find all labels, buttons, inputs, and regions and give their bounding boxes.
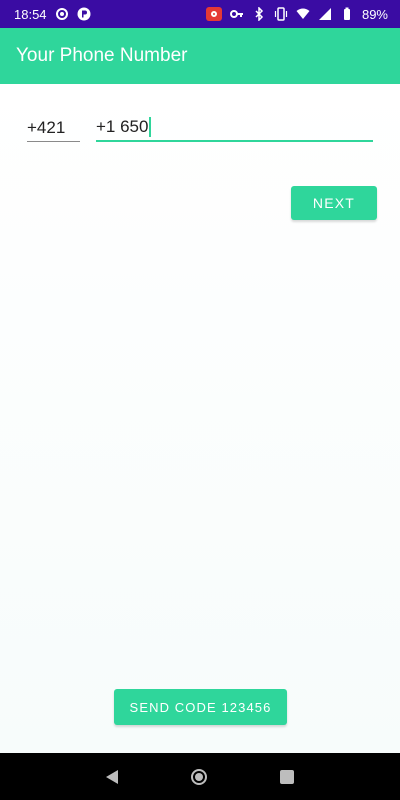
status-time: 18:54 [14, 6, 47, 22]
p-icon [77, 7, 91, 21]
recents-icon[interactable] [279, 769, 294, 784]
screen-record-icon [205, 7, 222, 21]
navigation-bar [0, 753, 400, 800]
text-cursor [149, 117, 152, 137]
battery-percent: 89% [361, 6, 388, 22]
battery-icon [340, 7, 354, 21]
country-code-value: +421 [27, 117, 66, 137]
next-button[interactable]: NEXT [291, 186, 377, 220]
next-button-label: NEXT [312, 195, 356, 211]
home-icon[interactable] [190, 768, 207, 785]
phone-number-value: +1 650 [96, 117, 149, 136]
signal-icon [318, 7, 332, 21]
bluetooth-icon [252, 7, 266, 21]
settings-icon [55, 7, 69, 21]
send-code-button[interactable]: SEND CODE 123456 [114, 689, 287, 725]
app-bar: Your Phone Number [0, 28, 400, 84]
page-title: Your Phone Number [16, 45, 188, 66]
status-bar: 18:54 89% [0, 0, 400, 28]
key-icon [229, 7, 244, 21]
phone-form: +421 +1 650 NEXT SEND CODE 123456 [0, 84, 400, 753]
country-code-field[interactable]: +421 [27, 114, 80, 142]
wifi-icon [296, 7, 310, 21]
vibrate-icon [274, 7, 288, 21]
send-code-button-label: SEND CODE 123456 [129, 699, 272, 715]
phone-number-input[interactable]: +1 650 [96, 114, 373, 142]
back-icon[interactable] [106, 769, 119, 784]
